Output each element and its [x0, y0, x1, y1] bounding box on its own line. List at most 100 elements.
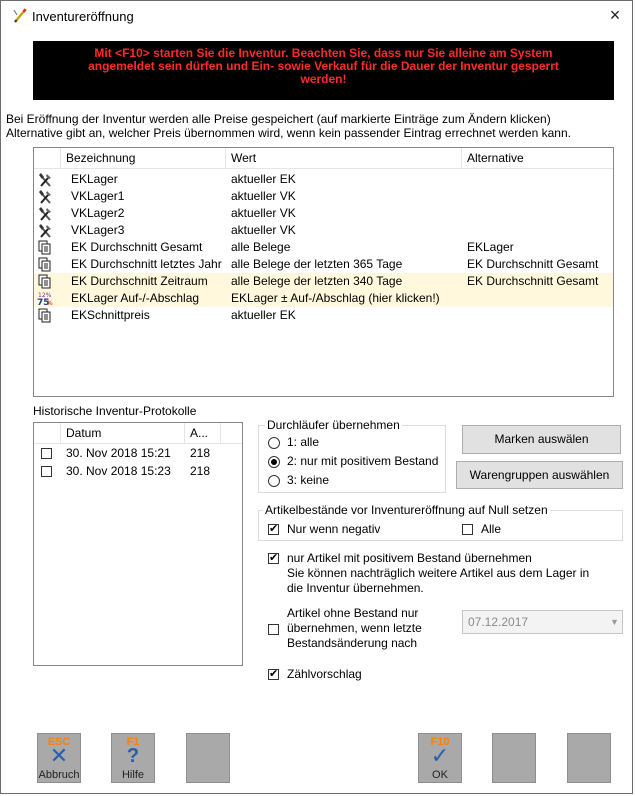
checkmark-icon: ✓ — [430, 743, 450, 768]
table-row[interactable]: EK Durchschnitt Gesamt alle Belege EKLag… — [34, 239, 613, 256]
documents-icon — [38, 308, 51, 323]
cell-bezeichnung: VKLager2 — [71, 206, 125, 220]
ok-label: OK — [432, 769, 448, 781]
tools-icon — [39, 224, 51, 238]
zaehlvorschlag-checkbox[interactable] — [268, 667, 279, 680]
protocols-list: Datum A... 30. Nov 2018 15:21 218 30. No… — [33, 422, 243, 666]
cell-alternative: EK Durchschnitt Gesamt — [467, 274, 599, 288]
warning-banner: Mit <F10> starten Sie die Inventur. Beac… — [33, 41, 614, 100]
percent-icon: 12%75% — [37, 292, 53, 306]
cell-wert: alle Belege der letzten 340 Tage — [231, 274, 403, 288]
header-wert[interactable]: Wert — [226, 148, 462, 168]
protocols-label: Historische Inventur-Protokolle — [33, 404, 197, 418]
protocols-header-a[interactable]: A... — [185, 423, 221, 443]
cell-bezeichnung: VKLager3 — [71, 223, 125, 237]
table-row[interactable]: VKLager1 aktueller VK — [34, 188, 613, 205]
ohne-bestand-line-1[interactable]: Artikel ohne Bestand nur — [287, 606, 418, 620]
tools-icon — [39, 207, 51, 221]
abbruch-label: Abbruch — [38, 769, 80, 781]
protocol-checkbox[interactable] — [41, 466, 52, 477]
cell-wert: alle Belege der letzten 365 Tage — [231, 257, 403, 271]
marken-button[interactable]: Marken auswälen — [462, 425, 621, 454]
cell-alternative: EK Durchschnitt Gesamt — [467, 257, 599, 271]
price-table-header: Bezeichnung Wert Alternative — [34, 148, 613, 169]
table-row[interactable]: EK Durchschnitt Zeitraum alle Belege der… — [34, 273, 613, 290]
pencil-icon — [13, 8, 27, 23]
cell-wert: aktueller VK — [231, 223, 296, 237]
ohne-bestand-checkbox[interactable] — [268, 624, 279, 635]
hilfe-label: Hilfe — [121, 769, 144, 781]
ohne-bestand-line-3[interactable]: Bestandsänderung nach — [287, 636, 417, 650]
documents-icon — [38, 240, 51, 255]
cell-bezeichnung: EKLager Auf-/-Abschlag — [71, 291, 200, 305]
header-bezeichnung[interactable]: Bezeichnung — [61, 148, 226, 168]
cell-wert[interactable]: EKLager ± Auf-/Abschlag (hier klicken!) — [231, 290, 440, 307]
price-table: Bezeichnung Wert Alternative EKLager akt… — [33, 147, 614, 397]
protocol-a: 218 — [190, 464, 211, 478]
nur-negativ-checkbox[interactable] — [268, 522, 279, 535]
date-combobox[interactable]: 07.12.2017 ▼ — [462, 610, 623, 634]
chevron-down-icon[interactable]: ▼ — [608, 614, 621, 630]
positiv-line-1[interactable]: nur Artikel mit positivem Bestand überne… — [287, 551, 532, 565]
empty-fkey-button[interactable] — [567, 733, 611, 783]
window-title: Inventureröffnung — [32, 9, 134, 24]
radio-keine[interactable] — [268, 475, 280, 487]
list-item[interactable]: 30. Nov 2018 15:21 218 — [34, 445, 242, 462]
table-row[interactable]: EKSchnittpreis aktueller EK — [34, 307, 613, 324]
positiv-line-2: Sie können nachträglich weitere Artikel … — [287, 566, 590, 580]
x-icon: ✕ — [49, 743, 69, 768]
table-row[interactable]: VKLager3 aktueller VK — [34, 222, 613, 239]
zaehlvorschlag-label[interactable]: Zählvorschlag — [287, 667, 362, 681]
f1-hilfe-button[interactable]: F1 ? Hilfe — [111, 733, 155, 783]
cell-bezeichnung: EK Durchschnitt letztes Jahr — [71, 257, 222, 271]
cell-wert: aktueller EK — [231, 172, 296, 186]
cell-bezeichnung: EK Durchschnitt Zeitraum — [71, 274, 208, 288]
durchlaeufer-title: Durchläufer übernehmen — [265, 418, 402, 432]
documents-icon — [38, 274, 51, 289]
table-row[interactable]: EKLager aktueller EK — [34, 171, 613, 188]
tools-icon — [39, 190, 51, 204]
protocol-checkbox[interactable] — [41, 448, 52, 459]
warning-line-3: werden! — [300, 72, 347, 86]
svg-text:%: % — [47, 300, 53, 306]
cell-wert: alle Belege — [231, 240, 291, 254]
nur-negativ-label[interactable]: Nur wenn negativ — [287, 522, 380, 536]
info-text-line-1: Bei Eröffnung der Inventur werden alle P… — [6, 112, 551, 126]
alle-label[interactable]: Alle — [481, 522, 501, 536]
cell-wert: aktueller EK — [231, 308, 296, 322]
radio-alle-label[interactable]: 1: alle — [287, 435, 319, 449]
table-row[interactable]: VKLager2 aktueller VK — [34, 205, 613, 222]
cell-bezeichnung: EK Durchschnitt Gesamt — [71, 240, 203, 254]
empty-fkey-button[interactable] — [492, 733, 536, 783]
cell-alternative: EKLager — [467, 240, 514, 254]
cell-wert: aktueller VK — [231, 206, 296, 220]
esc-abbruch-button[interactable]: ESC ✕ Abbruch — [37, 733, 81, 783]
header-alternative[interactable]: Alternative — [462, 148, 613, 168]
cell-bezeichnung: EKSchnittpreis — [71, 308, 150, 322]
cell-wert: aktueller VK — [231, 189, 296, 203]
positiv-line-3: die Inventur übernehmen. — [287, 581, 424, 595]
protocols-header-datum[interactable]: Datum — [61, 423, 185, 443]
date-value: 07.12.2017 — [468, 615, 529, 629]
list-item[interactable]: 30. Nov 2018 15:23 218 — [34, 463, 242, 480]
tools-icon — [39, 173, 51, 187]
radio-positiv[interactable] — [268, 456, 280, 468]
empty-fkey-button[interactable] — [186, 733, 230, 783]
close-button[interactable]: × — [606, 6, 624, 24]
radio-alle[interactable] — [268, 437, 280, 449]
alle-checkbox[interactable] — [462, 524, 473, 535]
protocol-datum: 30. Nov 2018 15:21 — [66, 446, 171, 460]
ohne-bestand-line-2[interactable]: übernehmen, wenn letzte — [287, 621, 422, 635]
warengruppen-button[interactable]: Warengruppen auswählen — [456, 461, 623, 489]
protocol-datum: 30. Nov 2018 15:23 — [66, 464, 171, 478]
f10-ok-button[interactable]: F10 ✓ OK — [418, 733, 462, 783]
radio-keine-label[interactable]: 3: keine — [287, 473, 329, 487]
question-icon: ? — [126, 745, 140, 767]
header-icon-column — [34, 148, 61, 168]
radio-positiv-label[interactable]: 2: nur mit positivem Bestand — [287, 454, 438, 468]
table-row[interactable]: 12% 75% EKLager Auf-/-Abschlag EKLager ± … — [34, 290, 613, 307]
protocols-header-check — [34, 423, 61, 443]
positiv-checkbox[interactable] — [268, 551, 279, 564]
cell-bezeichnung: VKLager1 — [71, 189, 125, 203]
table-row[interactable]: EK Durchschnitt letztes Jahr alle Belege… — [34, 256, 613, 273]
